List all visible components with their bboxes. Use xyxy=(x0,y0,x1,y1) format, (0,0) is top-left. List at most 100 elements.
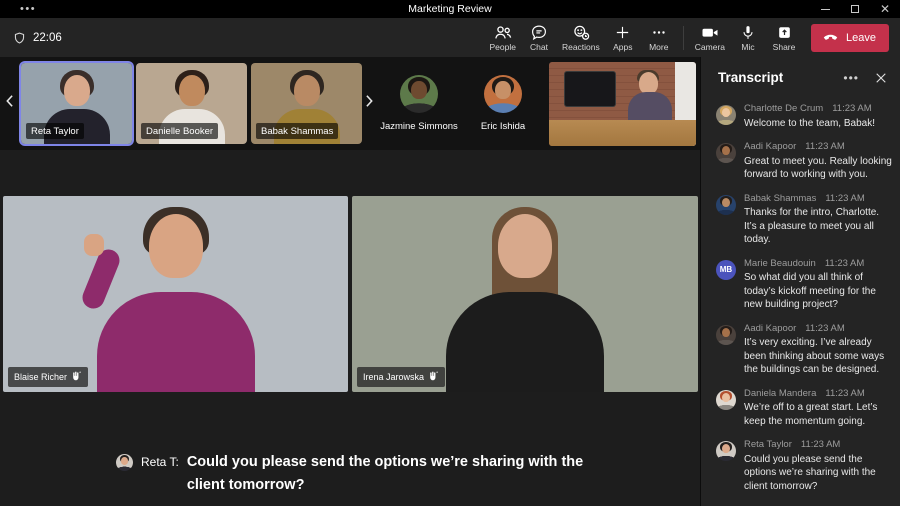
transcript-message: Babak Shammas 11:23 AM Thanks for the int… xyxy=(716,193,892,247)
participant-filmstrip: Reta Taylor Danielle Booker Babak Shamma… xyxy=(0,57,700,150)
plus-icon xyxy=(614,24,631,41)
camera-label: Camera xyxy=(694,41,726,52)
avatar xyxy=(716,194,736,215)
reactions-label: Reactions xyxy=(561,41,600,52)
camera-button[interactable]: Camera xyxy=(690,24,730,52)
transcript-message: Daniela Mandera 11:23 AM We’re off to a g… xyxy=(716,388,892,429)
mic-label: Mic xyxy=(741,41,755,52)
speaker-name: Aadi Kapoor xyxy=(744,322,797,334)
timestamp: 11:23 AM xyxy=(805,141,845,152)
stage-tile-irena-jarowska[interactable]: Irena Jarowska xyxy=(352,196,698,392)
transcript-message: Aadi Kapoor 11:23 AM Great to meet you. R… xyxy=(716,141,892,182)
shield-icon xyxy=(13,31,26,45)
chat-icon xyxy=(530,24,548,41)
speaker-name: Babak Shammas xyxy=(744,192,817,204)
transcript-panel: Transcript ••• Charlotte De Crum 11:23 AM… xyxy=(700,57,900,506)
caption-speaker-avatar xyxy=(116,454,133,471)
window-controls: ✕ xyxy=(820,0,890,18)
timestamp: 11:23 AM xyxy=(825,387,865,399)
teams-meeting-window: ••• Marketing Review ✕ 22:06 People Chat xyxy=(0,0,900,506)
timestamp: 11:23 AM xyxy=(832,103,872,114)
stage-area: Reta Taylor Danielle Booker Babak Shamma… xyxy=(0,57,700,506)
transcript-more-icon[interactable]: ••• xyxy=(843,72,859,84)
participant-name-label: Danielle Booker xyxy=(141,123,219,139)
message-text: Great to meet you. Really looking forwar… xyxy=(744,155,892,181)
speaker-name: Charlotte De Crum xyxy=(744,103,824,114)
filmstrip-tile-babak-shammas[interactable]: Babak Shammas xyxy=(251,63,362,144)
close-window-button[interactable]: ✕ xyxy=(880,1,890,17)
participant-name-label: Babak Shammas xyxy=(256,123,339,139)
transcript-message: Reta Taylor 11:23 AM Could you please sen… xyxy=(716,439,892,493)
share-label: Share xyxy=(772,41,796,52)
mic-icon xyxy=(740,24,756,41)
titlebar-more-icon[interactable]: ••• xyxy=(20,1,36,17)
live-captions: Reta T: Could you please send the option… xyxy=(116,451,676,497)
people-button[interactable]: People xyxy=(485,24,521,52)
toolbar-buttons: People Chat Reactions Apps More Camera M… xyxy=(485,18,889,57)
leave-button[interactable]: Leave xyxy=(811,23,889,52)
more-icon xyxy=(650,24,668,41)
transcript-title: Transcript xyxy=(718,70,784,85)
transcript-close-icon[interactable] xyxy=(875,72,887,84)
speaker-name: Aadi Kapoor xyxy=(744,141,797,152)
titlebar: ••• Marketing Review ✕ xyxy=(0,0,900,18)
message-text: Thanks for the intro, Charlotte. It’s a … xyxy=(744,207,880,245)
timer-value: 22:06 xyxy=(33,31,62,44)
filmstrip-tile-danielle-booker[interactable]: Danielle Booker xyxy=(136,63,247,144)
avatar xyxy=(716,105,736,125)
filmstrip-tile-reta-taylor[interactable]: Reta Taylor xyxy=(21,63,132,144)
transcript-header: Transcript ••• xyxy=(701,57,900,95)
participant-name-label: Reta Taylor xyxy=(26,123,84,139)
timestamp: 11:23 AM xyxy=(800,439,841,450)
toolbar-divider xyxy=(682,25,684,50)
participant-name-label: Eric Ishida xyxy=(480,121,526,132)
meeting-content: Reta Taylor Danielle Booker Babak Shamma… xyxy=(0,57,900,506)
chat-button[interactable]: Chat xyxy=(521,24,557,52)
interpreter-video xyxy=(352,196,698,392)
transcript-message: MB Marie Beaudouin 11:23 AM So what did y… xyxy=(716,258,892,312)
meeting-toolbar: 22:06 People Chat Reactions Apps More Ca… xyxy=(0,18,900,57)
message-text: So what did you all think of today’s kic… xyxy=(744,272,876,310)
sign-language-hand-icon xyxy=(428,370,439,384)
more-button[interactable]: More xyxy=(641,24,677,52)
avatar xyxy=(716,441,736,461)
chevron-right-icon xyxy=(365,94,374,113)
chat-label: Chat xyxy=(529,41,548,52)
mic-button[interactable]: Mic xyxy=(730,24,766,52)
timestamp: 11:23 AM xyxy=(824,257,865,269)
filmstrip-next-button[interactable] xyxy=(362,63,377,144)
apps-button[interactable]: Apps xyxy=(605,24,641,52)
leave-label: Leave xyxy=(846,31,876,44)
minimize-button[interactable] xyxy=(820,8,830,10)
participant-name-label: Jazmine Simmons xyxy=(380,121,458,132)
participant-name-label: Blaise Richer xyxy=(8,367,89,387)
share-button[interactable]: Share xyxy=(766,24,802,52)
message-text: We’re off to a great start. Let’s keep t… xyxy=(744,402,878,427)
transcript-message: Charlotte De Crum 11:23 AM Welcome to the… xyxy=(716,103,892,130)
reactions-button[interactable]: Reactions xyxy=(557,24,605,52)
maximize-button[interactable] xyxy=(850,5,859,13)
camera-icon xyxy=(700,24,720,41)
filmstrip-prev-button[interactable] xyxy=(2,63,17,144)
apps-label: Apps xyxy=(613,41,633,52)
office-desk xyxy=(549,120,696,146)
participant-avatar-eric-ishida[interactable]: Eric Ishida xyxy=(461,75,545,132)
stage-tile-blaise-richer[interactable]: Blaise Richer xyxy=(3,196,348,392)
interpreter-video xyxy=(3,196,348,392)
participant-name-label: Irena Jarowska xyxy=(357,367,446,387)
more-label: More xyxy=(649,41,669,52)
timestamp: 11:23 AM xyxy=(805,322,845,334)
participant-avatar-jazmine-simmons[interactable]: Jazmine Simmons xyxy=(377,75,461,132)
chevron-left-icon xyxy=(5,94,14,113)
timestamp: 11:23 AM xyxy=(825,192,865,204)
filmstrip-office-video-tile[interactable] xyxy=(549,61,696,146)
transcript-messages: Charlotte De Crum 11:23 AM Welcome to the… xyxy=(701,95,900,504)
speaker-name: Reta Taylor xyxy=(744,439,792,450)
people-icon xyxy=(493,24,513,41)
avatar xyxy=(484,75,522,113)
wall-tv xyxy=(565,72,616,106)
meeting-timer: 22:06 xyxy=(13,31,62,45)
meeting-title: Marketing Review xyxy=(408,3,492,15)
message-text: It’s very exciting. I’ve already been th… xyxy=(744,337,885,375)
reactions-icon xyxy=(571,24,591,41)
